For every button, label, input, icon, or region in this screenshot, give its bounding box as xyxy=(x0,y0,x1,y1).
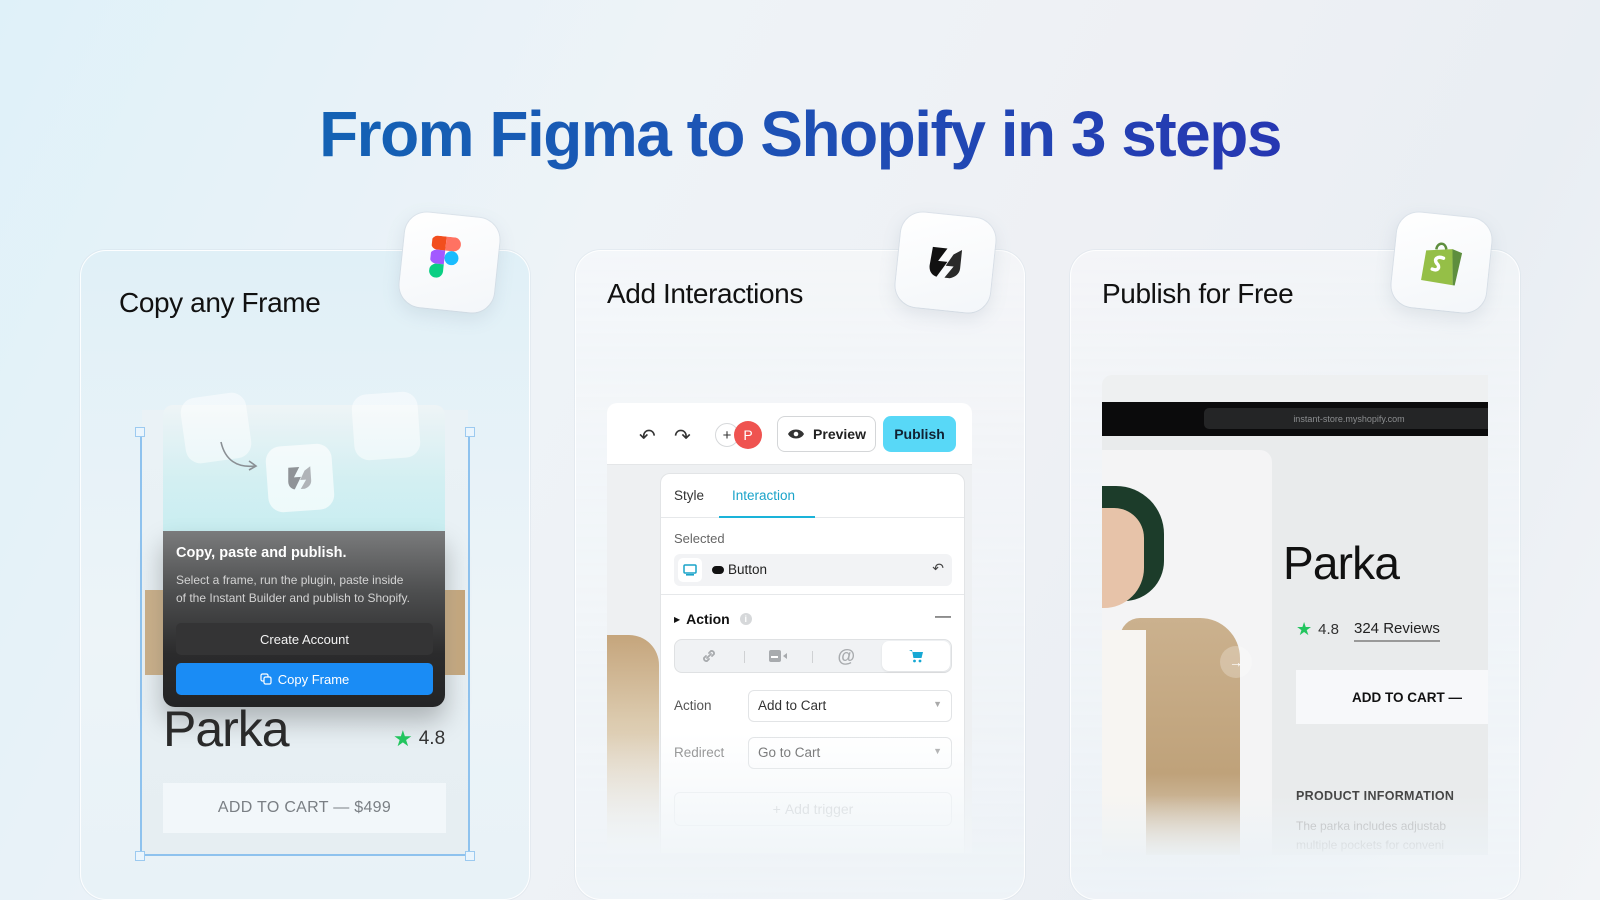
plugin-panel: Copy, paste and publish. Select a frame,… xyxy=(163,531,445,707)
rating-value: 4.8 xyxy=(1318,621,1339,638)
select-value: Add to Cart xyxy=(758,698,827,713)
instant-logo-icon xyxy=(288,466,312,490)
shopify-bag-icon xyxy=(1420,241,1462,285)
product-name: Parka xyxy=(163,701,290,757)
tab-style[interactable]: Style xyxy=(674,488,704,503)
plugin-description: Select a frame, run the plugin, paste in… xyxy=(176,571,433,607)
plugin-illustration xyxy=(163,390,445,531)
info-icon: i xyxy=(739,613,752,625)
browser-bar: instant-store.myshopify.com xyxy=(1102,402,1488,436)
action-select[interactable]: Add to Cart ▼ xyxy=(748,690,952,722)
button-element-icon xyxy=(712,566,724,574)
tab-interaction[interactable]: Interaction xyxy=(732,488,795,503)
product-rating: ★ 4.8 xyxy=(393,726,445,752)
panel-tabs: Style Interaction xyxy=(661,474,964,518)
undo-icon[interactable]: ↶ xyxy=(639,424,656,449)
avatar[interactable]: P xyxy=(734,421,762,449)
store-page: → Parka ★ 4.8 324 Reviews ADD TO CART — … xyxy=(1102,436,1488,855)
card-title: Add Interactions xyxy=(607,278,803,309)
preview-button[interactable]: Preview xyxy=(777,416,876,452)
storefront-preview: instant-store.myshopify.com → Parka ★ 4.… xyxy=(1102,375,1488,855)
editor-toolbar: ↶ ↷ + P Preview Publish xyxy=(607,403,972,465)
fade-overlay xyxy=(1102,795,1488,855)
resize-handle[interactable] xyxy=(135,851,145,861)
redo-icon[interactable]: ↷ xyxy=(674,424,691,449)
video-icon[interactable] xyxy=(743,640,813,672)
shopify-app-tile xyxy=(1389,210,1494,315)
plugin-heading: Copy, paste and publish. xyxy=(176,545,347,561)
cart-icon[interactable] xyxy=(881,641,950,671)
chevron-down-icon: ▼ xyxy=(933,699,942,709)
resize-handle[interactable] xyxy=(465,851,475,861)
instant-app-tile xyxy=(893,210,998,315)
action-section-label: Action xyxy=(686,611,730,627)
headline: From Figma to Shopify in 3 steps xyxy=(0,94,1600,174)
action-section-header[interactable]: ▶ Action i xyxy=(674,611,752,627)
figma-app-tile xyxy=(397,210,502,315)
star-icon: ★ xyxy=(393,726,413,751)
field-label: Action xyxy=(674,698,712,713)
collapse-icon[interactable]: — xyxy=(935,608,951,626)
card-title: Copy any Frame xyxy=(119,287,321,318)
action-type-selector: @ xyxy=(674,639,952,673)
description-line: Select a frame, run the plugin, paste in… xyxy=(176,573,404,587)
desktop-icon xyxy=(678,558,702,582)
eye-icon xyxy=(788,429,805,439)
copy-icon xyxy=(260,673,272,685)
fade-overlay xyxy=(607,733,972,853)
product-name: Parka xyxy=(1283,537,1400,589)
resize-handle[interactable] xyxy=(135,427,145,437)
copy-frame-label: Copy Frame xyxy=(277,671,350,687)
product-rating: ★ 4.8 xyxy=(1296,619,1339,640)
shopify-ghost-tile xyxy=(350,390,422,462)
selected-label: Selected xyxy=(674,531,725,546)
url-bar[interactable]: instant-store.myshopify.com xyxy=(1204,408,1488,429)
active-tab-indicator xyxy=(719,516,815,518)
create-account-button[interactable]: Create Account xyxy=(176,623,433,655)
arrow-right-icon[interactable]: → xyxy=(1220,646,1252,678)
resize-handle[interactable] xyxy=(465,427,475,437)
add-to-cart-button[interactable]: ADD TO CART — $499 xyxy=(163,783,446,833)
reset-icon[interactable]: ↶ xyxy=(932,560,944,577)
card-title: Publish for Free xyxy=(1102,278,1294,309)
star-icon: ★ xyxy=(1296,619,1313,639)
copy-frame-button[interactable]: Copy Frame xyxy=(176,663,433,695)
rating-value: 4.8 xyxy=(418,728,446,749)
caret-right-icon: ▶ xyxy=(674,614,681,624)
description-line: of the Instant Builder and publish to Sh… xyxy=(176,591,410,605)
builder-editor: ↶ ↷ + P Preview Publish Style Interactio… xyxy=(607,403,972,853)
preview-label: Preview xyxy=(813,426,866,442)
figma-logo-icon xyxy=(428,235,461,278)
instant-tile xyxy=(264,442,336,514)
divider xyxy=(661,594,964,595)
selected-element-name: Button xyxy=(728,562,768,577)
instant-logo-icon xyxy=(929,246,962,278)
selected-element-row[interactable]: Button ↶ xyxy=(674,554,952,586)
arrow-curve-icon xyxy=(220,441,258,471)
publish-button[interactable]: Publish xyxy=(883,416,956,452)
reviews-link[interactable]: 324 Reviews xyxy=(1354,620,1440,642)
email-icon[interactable]: @ xyxy=(812,640,881,672)
add-to-cart-button[interactable]: ADD TO CART — xyxy=(1296,670,1488,724)
link-icon[interactable] xyxy=(675,640,744,672)
